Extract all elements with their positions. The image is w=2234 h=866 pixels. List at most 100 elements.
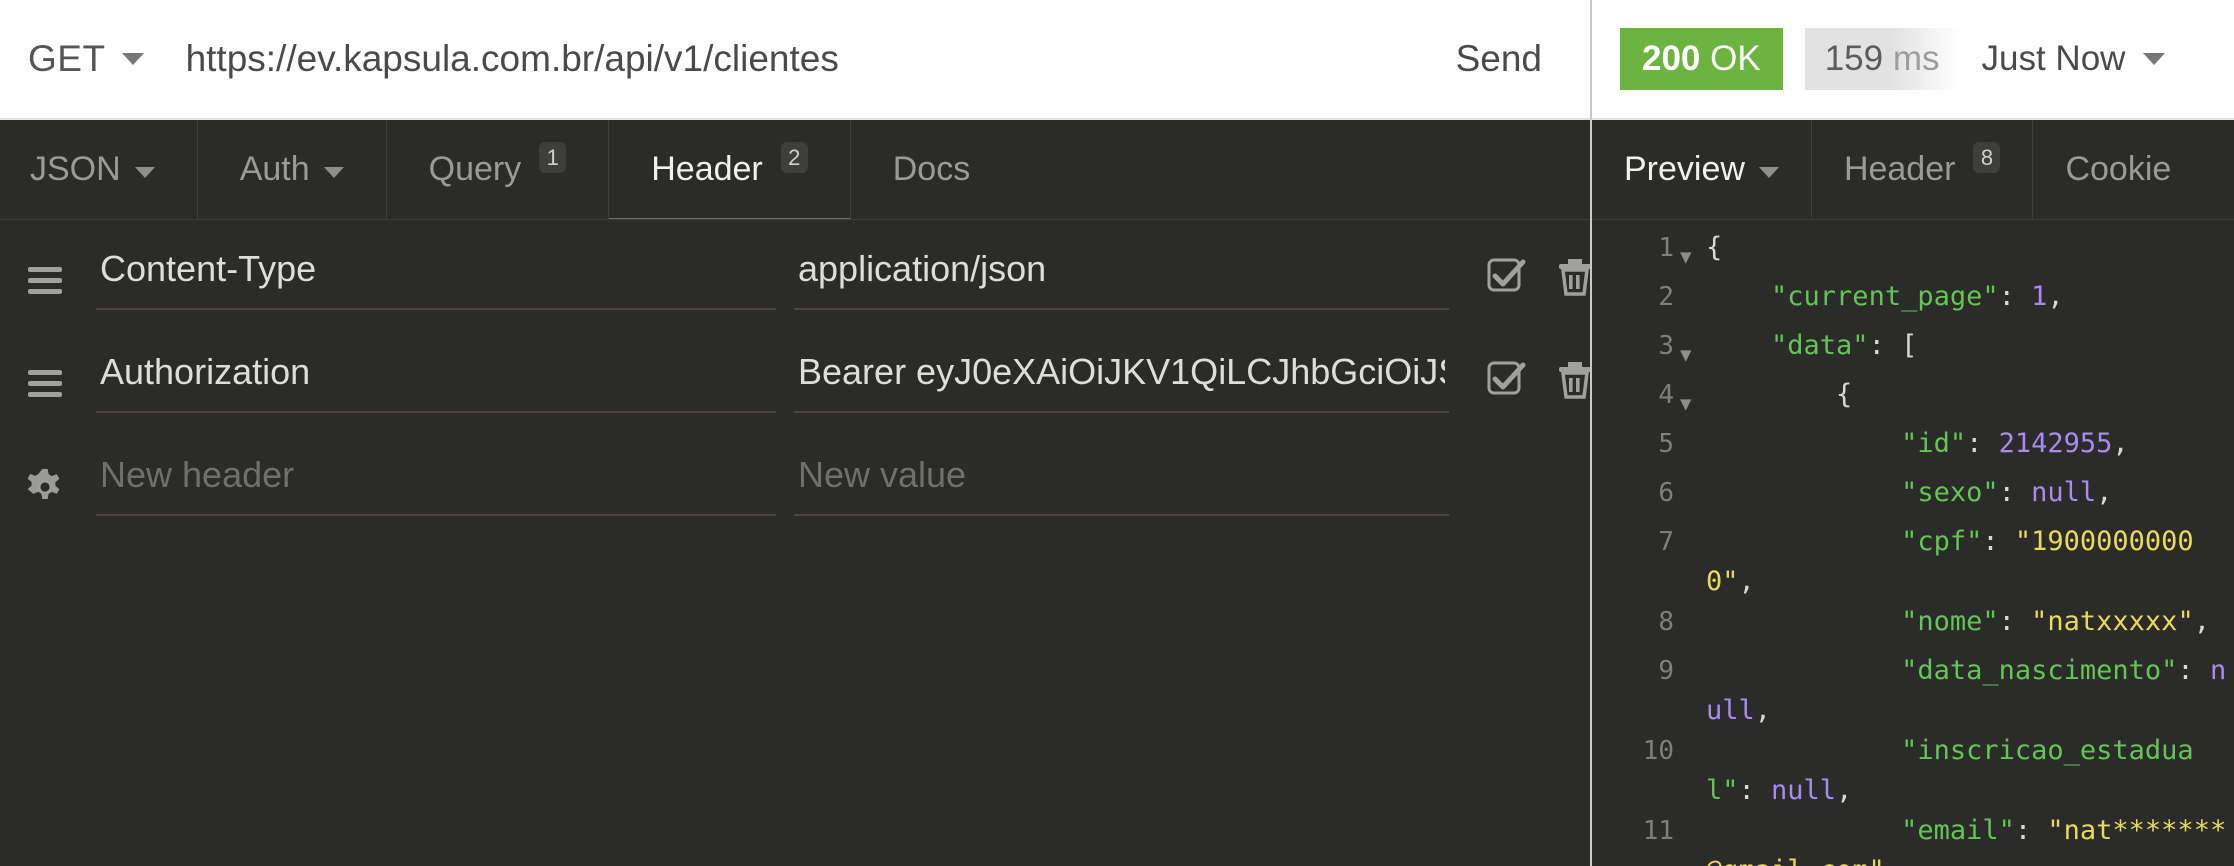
token-punc: : xyxy=(1966,428,1999,459)
new-header-key-field xyxy=(96,444,776,516)
delete-header-button[interactable] xyxy=(1555,256,1590,301)
fold-toggle-icon[interactable]: ▼ xyxy=(1680,375,1706,424)
tab-preview[interactable]: Preview xyxy=(1592,120,1812,219)
drag-handle-icon[interactable] xyxy=(26,236,76,298)
tab-docs-label: Docs xyxy=(892,150,971,188)
fold-toggle-icon[interactable]: ▼ xyxy=(1680,326,1706,375)
code-text: "data": [ xyxy=(1706,326,2234,366)
code-line: 5▼ "id": 2142955, xyxy=(1592,424,2234,473)
line-number: 1 xyxy=(1658,233,1674,263)
http-method-label: GET xyxy=(28,38,106,79)
token-punc: : xyxy=(1998,606,2032,637)
status-text: OK xyxy=(1710,39,1761,78)
chevron-down-icon xyxy=(1758,166,1779,178)
code-text: "id": 2142955, xyxy=(1706,424,2234,464)
token-punc: : xyxy=(1738,775,1772,806)
token-punc: , xyxy=(1738,566,1755,597)
http-method-select[interactable]: GET xyxy=(28,38,144,80)
new-header-key-input[interactable] xyxy=(96,444,776,516)
request-tab-bar: JSON Auth Query 1 Header 2 Docs xyxy=(0,120,1590,220)
token-punc: { xyxy=(1706,232,1723,263)
url-input[interactable] xyxy=(185,38,1432,80)
chevron-down-icon xyxy=(134,166,155,178)
token-punc: : xyxy=(2177,655,2210,686)
code-text: "nome": "natxxxxx", xyxy=(1706,602,2234,642)
token-punc: : xyxy=(1982,526,2015,557)
table-row xyxy=(0,236,1590,339)
response-time-unit: ms xyxy=(1892,39,1940,78)
response-body-viewer[interactable]: 1▼{2▼ "current_page": 1,3▼ "data": [4▼ {… xyxy=(1592,220,2234,866)
token-key: "id" xyxy=(1901,428,1967,459)
api-client-window: GET Send JSON Auth Query 1 Header 2 xyxy=(0,0,2234,866)
response-history-select[interactable]: Just Now xyxy=(1982,39,2166,79)
tab-query-label: Query xyxy=(428,150,522,188)
code-text: { xyxy=(1706,375,2234,415)
chevron-down-icon xyxy=(121,53,144,65)
token-key: "nome" xyxy=(1901,606,1999,637)
token-punc: { xyxy=(1836,379,1853,410)
tab-header-badge: 2 xyxy=(780,142,808,173)
tab-cookie-label: Cookie xyxy=(2065,150,2172,188)
line-number: 10 xyxy=(1642,736,1674,766)
tab-json[interactable]: JSON xyxy=(0,120,198,219)
header-key-input[interactable] xyxy=(96,238,776,310)
tab-query[interactable]: Query 1 xyxy=(387,120,610,219)
fold-toggle-icon[interactable]: ▼ xyxy=(1680,228,1706,277)
headers-editor xyxy=(0,220,1590,866)
token-num: 2142955 xyxy=(1998,428,2113,459)
drag-handle-icon[interactable] xyxy=(26,339,76,401)
token-key: "data_nascimento" xyxy=(1901,655,2178,686)
chevron-down-icon xyxy=(323,166,344,178)
table-row xyxy=(0,339,1590,442)
tab-docs[interactable]: Docs xyxy=(851,120,1012,219)
tab-auth[interactable]: Auth xyxy=(198,120,387,219)
delete-header-button[interactable] xyxy=(1555,359,1590,404)
header-enabled-checkbox[interactable] xyxy=(1485,359,1527,404)
header-value-field xyxy=(794,238,1449,310)
new-header-value-input[interactable] xyxy=(794,444,1449,516)
token-str: "natxxxxx" xyxy=(2031,606,2194,637)
response-status-bar: 200 OK 159 ms Just Now xyxy=(1592,0,2234,120)
tab-header[interactable]: Header 2 xyxy=(609,120,851,219)
tab-query-badge: 1 xyxy=(539,142,567,173)
header-value-field xyxy=(794,341,1449,413)
header-value-input[interactable] xyxy=(794,238,1449,310)
line-number: 8 xyxy=(1658,607,1674,637)
url-bar: GET Send xyxy=(0,0,1590,120)
tab-response-header-badge: 8 xyxy=(1973,142,2001,173)
row-actions xyxy=(1485,339,1590,404)
chevron-down-icon xyxy=(2143,53,2166,65)
tab-json-label: JSON xyxy=(30,150,121,188)
response-pane: 200 OK 159 ms Just Now Preview Header 8 xyxy=(1590,0,2234,866)
token-null: null xyxy=(2031,477,2097,508)
gear-icon[interactable] xyxy=(26,442,76,506)
header-key-input[interactable] xyxy=(96,341,776,413)
line-number: 7 xyxy=(1658,527,1674,557)
new-header-row xyxy=(0,442,1590,545)
token-punc: : xyxy=(1998,477,2032,508)
request-pane: GET Send JSON Auth Query 1 Header 2 xyxy=(0,0,1590,866)
token-punc: : xyxy=(1998,281,2032,312)
code-text: "data_nascimento": null, xyxy=(1706,651,2234,731)
new-header-value-field xyxy=(794,444,1449,516)
token-null: null xyxy=(1771,775,1837,806)
header-key-field xyxy=(96,238,776,310)
token-punc: , xyxy=(1885,855,1901,866)
response-time-value: 159 xyxy=(1824,39,1884,78)
code-text: "current_page": 1, xyxy=(1706,277,2234,317)
row-actions xyxy=(1485,236,1590,301)
tab-response-header[interactable]: Header 8 xyxy=(1812,120,2034,219)
send-button[interactable]: Send xyxy=(1432,38,1590,80)
token-punc: : [ xyxy=(1868,330,1918,361)
header-value-input[interactable] xyxy=(794,341,1449,413)
tab-auth-label: Auth xyxy=(239,150,310,188)
status-code: 200 xyxy=(1642,39,1701,78)
token-key: "cpf" xyxy=(1901,526,1983,557)
code-line: 10▼ "inscricao_estadual": null, xyxy=(1592,731,2234,811)
token-num: 1 xyxy=(2031,281,2048,312)
line-number: 9 xyxy=(1658,656,1674,686)
tab-cookie[interactable]: Cookie xyxy=(2033,120,2203,219)
header-enabled-checkbox[interactable] xyxy=(1485,256,1527,301)
header-key-field xyxy=(96,341,776,413)
code-line: 6▼ "sexo": null, xyxy=(1592,473,2234,522)
